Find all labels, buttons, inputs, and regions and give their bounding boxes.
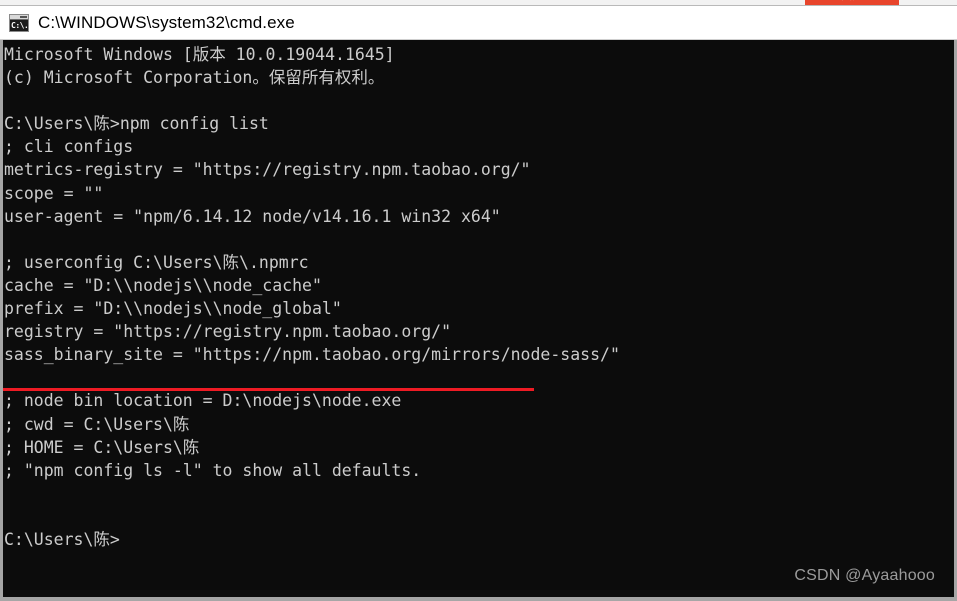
console-line: ; cwd = C:\Users\陈 bbox=[4, 414, 190, 434]
red-annotation-underline bbox=[3, 388, 534, 391]
console-line: user-agent = "npm/6.14.12 node/v14.16.1 … bbox=[4, 206, 501, 226]
console-line: C:\Users\陈>npm config list bbox=[4, 114, 269, 134]
terminal-window[interactable]: Microsoft Windows [版本 10.0.19044.1645] (c… bbox=[0, 40, 957, 601]
console-line: scope = "" bbox=[4, 183, 104, 203]
console-line: (c) Microsoft Corporation。保留所有权利。 bbox=[4, 68, 385, 88]
console-line: registry = "https://registry.npm.taobao.… bbox=[4, 322, 452, 342]
console-line: ; cli configs bbox=[4, 137, 134, 157]
cmd-exe-icon: C:\. bbox=[9, 13, 29, 32]
console-line: Microsoft Windows [版本 10.0.19044.1645] bbox=[4, 45, 395, 64]
console-line: ; userconfig C:\Users\陈\.npmrc bbox=[4, 252, 309, 272]
window-titlebar[interactable]: C:\. C:\WINDOWS\system32\cmd.exe bbox=[0, 6, 957, 40]
console-line: C:\Users\陈> bbox=[4, 529, 120, 549]
console-line: ; "npm config ls -l" to show all default… bbox=[4, 460, 422, 480]
console-line: sass_binary_site = "https://npm.taobao.o… bbox=[4, 345, 620, 365]
cmd-icon-prompt-glyph: C:\. bbox=[11, 20, 27, 30]
console-line: ; HOME = C:\Users\陈 bbox=[4, 437, 200, 457]
console-line: ; node bin location = D:\nodejs\node.exe bbox=[4, 391, 402, 411]
console-output: Microsoft Windows [版本 10.0.19044.1645] (c… bbox=[3, 43, 954, 551]
csdn-watermark: CSDN @Ayaahooo bbox=[794, 567, 935, 584]
console-line: metrics-registry = "https://registry.npm… bbox=[4, 160, 531, 180]
console-line: cache = "D:\\nodejs\\node_cache" bbox=[4, 275, 322, 295]
clipped-red-badge[interactable]: 关注 bbox=[805, 0, 899, 5]
screenshot-root: 关注 C:\. C:\WINDOWS\system32\cmd.exe Micr… bbox=[0, 0, 957, 601]
window-title-text: C:\WINDOWS\system32\cmd.exe bbox=[38, 12, 295, 32]
console-line: prefix = "D:\\nodejs\\node_global" bbox=[4, 299, 342, 319]
